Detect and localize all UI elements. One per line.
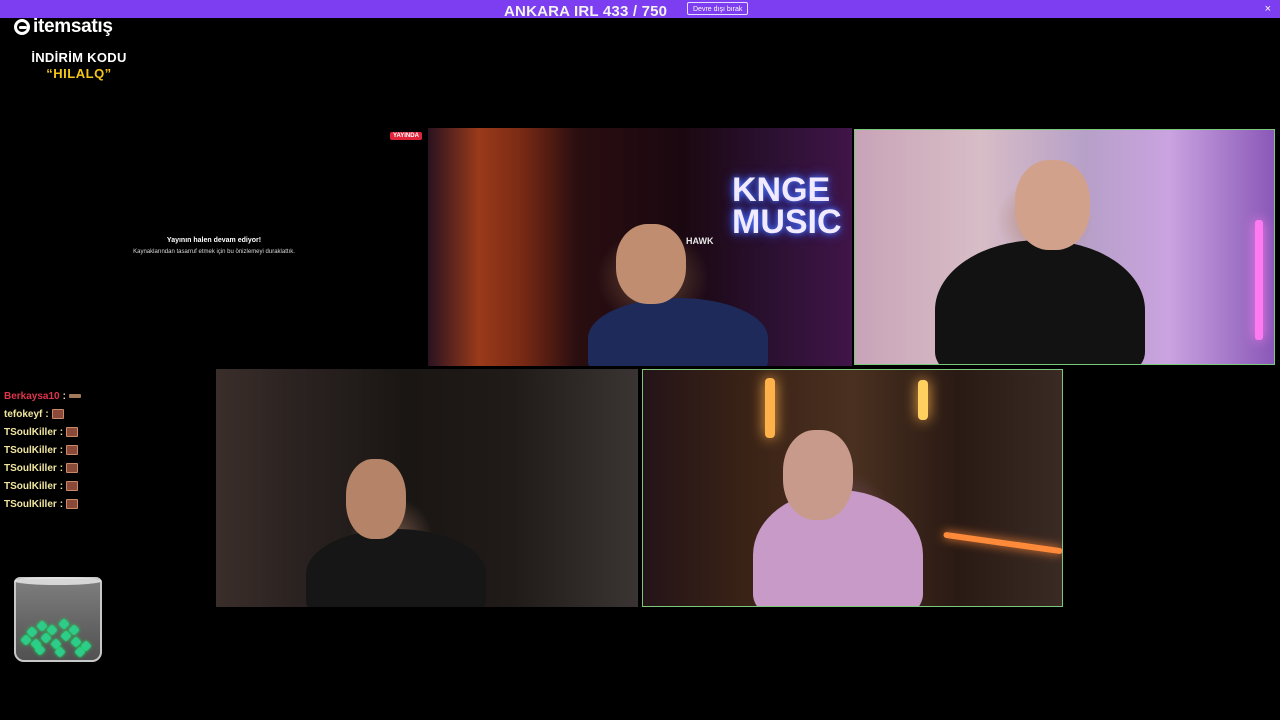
close-icon[interactable]: × <box>1265 2 1271 16</box>
neon-sign: KNGE MUSIC <box>732 171 842 241</box>
chat-username: TSoulKiller <box>4 462 57 474</box>
streamer-head <box>346 459 406 539</box>
streamer-body <box>588 298 768 366</box>
emote-icon <box>66 445 79 455</box>
stream-title: ANKARA IRL 433 / 750 <box>504 3 668 20</box>
chat-message: TSoulKiller : <box>4 477 204 495</box>
chat-separator: : <box>59 480 64 492</box>
light-strip <box>1255 220 1263 340</box>
chat-message: TSoulKiller : <box>4 495 204 513</box>
chat-message: TSoulKiller : <box>4 459 204 477</box>
chat-message: TSoulKiller : <box>4 423 204 441</box>
chat-separator: : <box>62 390 66 402</box>
lamp <box>765 378 775 438</box>
streamer-head <box>1015 160 1090 250</box>
sponsor-logo-text: itemsatış <box>33 16 113 37</box>
chat-separator: : <box>59 462 64 474</box>
live-badge: YAYINDA <box>390 132 422 140</box>
camera-feed-2[interactable] <box>854 129 1275 365</box>
chat-separator: : <box>45 408 49 420</box>
chat-username: Berkaysa10 <box>4 390 60 402</box>
emote-icon <box>51 409 64 419</box>
emote-icon <box>66 427 79 437</box>
chair-brand: HAWK <box>686 236 714 246</box>
streamer-body <box>935 240 1145 364</box>
emote-icon <box>66 499 79 509</box>
emote-icon <box>68 394 81 398</box>
light-strip <box>943 531 1062 555</box>
chat-username: TSoulKiller <box>4 498 57 510</box>
chat-separator: : <box>59 426 64 438</box>
streamer-body <box>306 529 486 607</box>
chat-username: TSoulKiller <box>4 444 57 456</box>
chat-username: tefokeyf <box>4 408 43 420</box>
chat-separator: : <box>59 444 64 456</box>
chat-username: TSoulKiller <box>4 480 57 492</box>
camera-feed-4[interactable] <box>642 369 1063 607</box>
promo-code: “HILALQ” <box>46 66 112 81</box>
lamp <box>918 380 928 420</box>
streamer-head <box>616 224 686 304</box>
chat-message: tefokeyf : <box>4 405 204 423</box>
chat-message: Berkaysa10 : <box>4 387 204 405</box>
camera-feed-1[interactable]: KNGE MUSIC HAWK <box>428 128 852 366</box>
promo-title: İNDİRİM KODU <box>31 50 127 65</box>
paused-preview[interactable] <box>0 128 428 364</box>
chat-overlay: Berkaysa10 : tefokeyf : TSoulKiller : TS… <box>4 387 204 513</box>
sponsor-logo-icon <box>14 19 30 35</box>
streamer-head <box>783 430 853 520</box>
chat-message: TSoulKiller : <box>4 441 204 459</box>
paused-title: Yayının halen devam ediyor! <box>166 237 262 244</box>
jar-rim <box>14 577 102 585</box>
disable-button[interactable]: Devre dışı bırak <box>687 2 749 15</box>
chat-separator: : <box>59 498 64 510</box>
emote-icon <box>66 481 79 491</box>
chat-username: TSoulKiller <box>4 426 57 438</box>
camera-feed-3[interactable] <box>216 369 638 607</box>
emote-icon <box>66 463 79 473</box>
paused-subtitle: Kaynaklarından tasarruf etmek için bu ön… <box>133 249 295 255</box>
sponsor-logo: itemsatış <box>14 16 154 38</box>
